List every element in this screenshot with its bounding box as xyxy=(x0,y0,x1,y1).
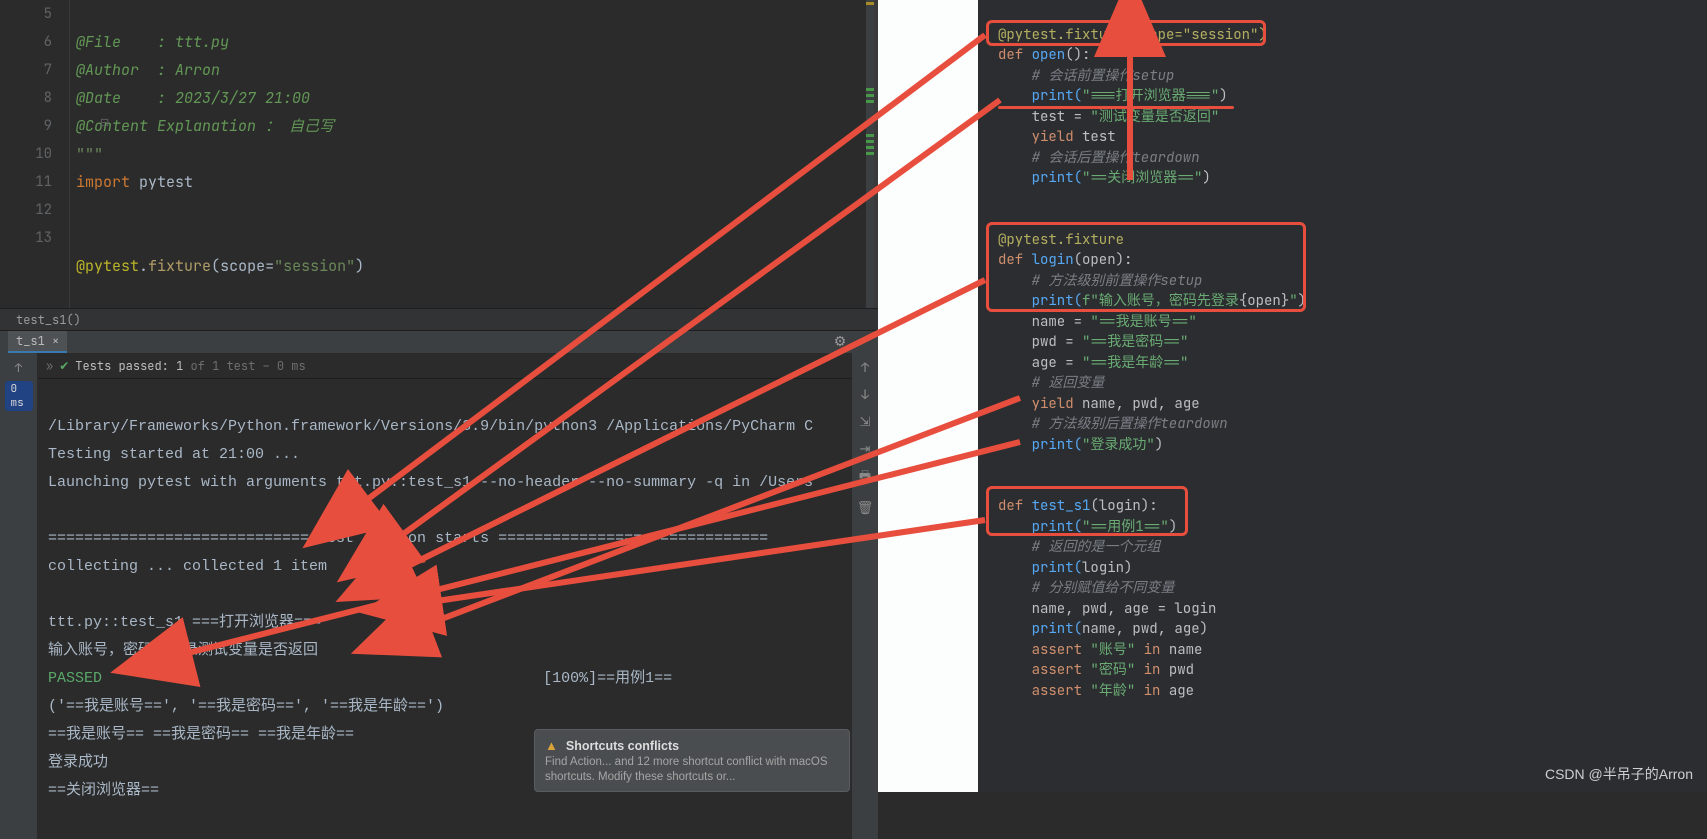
code-body[interactable]: @File : ttt.py @Author : Arron @Date : 2… xyxy=(70,0,364,308)
export-icon[interactable]: ⇲ xyxy=(860,413,871,430)
wrap-icon[interactable]: ⇥ xyxy=(860,440,871,457)
line-number: 9 xyxy=(0,112,52,140)
breadcrumb[interactable]: test_s1() xyxy=(0,308,878,330)
run-tab[interactable]: t_s1 × xyxy=(8,331,67,353)
code-editor[interactable]: 5 6 7 8 9 10 11 12 13 ⊟ @File : ttt.py @… xyxy=(0,0,878,308)
popup-body: Find Action... and 12 more shortcut conf… xyxy=(545,755,839,785)
line-number: 8 xyxy=(0,84,52,112)
up-icon[interactable]: ↑ xyxy=(861,359,869,376)
run-tool-tab-bar: t_s1 × ⚙ — xyxy=(0,330,878,353)
left-ide-panel: 5 6 7 8 9 10 11 12 13 ⊟ @File : ttt.py @… xyxy=(0,0,878,792)
editor-minimap[interactable] xyxy=(866,0,874,308)
line-number: 13 xyxy=(0,224,52,252)
up-arrow-icon[interactable]: ↑ xyxy=(5,357,33,379)
fold-marker-icon[interactable]: ⊟ xyxy=(100,116,109,130)
shortcuts-conflict-popup[interactable]: ▲ Shortcuts conflicts Find Action... and… xyxy=(534,729,850,792)
popup-title: Shortcuts conflicts xyxy=(566,739,679,753)
right-code-panel: @pytest.fixture(scope="session") def ope… xyxy=(978,0,1707,792)
editor-gutter: 5 6 7 8 9 10 11 12 13 xyxy=(0,0,70,308)
check-icon: ✔ xyxy=(59,358,69,374)
warning-icon: ▲ xyxy=(545,738,558,753)
line-number: 5 xyxy=(0,0,52,28)
minimize-icon[interactable]: — xyxy=(854,334,870,350)
right-code[interactable]: @pytest.fixture(scope="session") def ope… xyxy=(990,4,1707,722)
trash-icon[interactable]: 🗑 xyxy=(857,499,874,516)
line-number: 6 xyxy=(0,28,52,56)
line-number: 7 xyxy=(0,56,52,84)
watermark: CSDN @半吊子的Arron xyxy=(1545,764,1693,784)
print-icon[interactable]: 🖶 xyxy=(859,467,871,489)
down-icon[interactable]: ↓ xyxy=(861,386,869,403)
gear-icon[interactable]: ⚙ xyxy=(832,334,848,350)
page-gap xyxy=(878,0,978,792)
line-number: 12 xyxy=(0,196,52,224)
line-number: 10 xyxy=(0,140,52,168)
run-left-rail: ↑ 0 ms xyxy=(0,353,38,839)
time-pill: 0 ms xyxy=(5,381,33,411)
line-number: 11 xyxy=(0,168,52,196)
console-right-rail: ↑ ↓ ⇲ ⇥ 🖶 🗑 xyxy=(852,353,878,839)
test-status-bar: » ✔ Tests passed: 1 of 1 test – 0 ms xyxy=(38,353,852,379)
